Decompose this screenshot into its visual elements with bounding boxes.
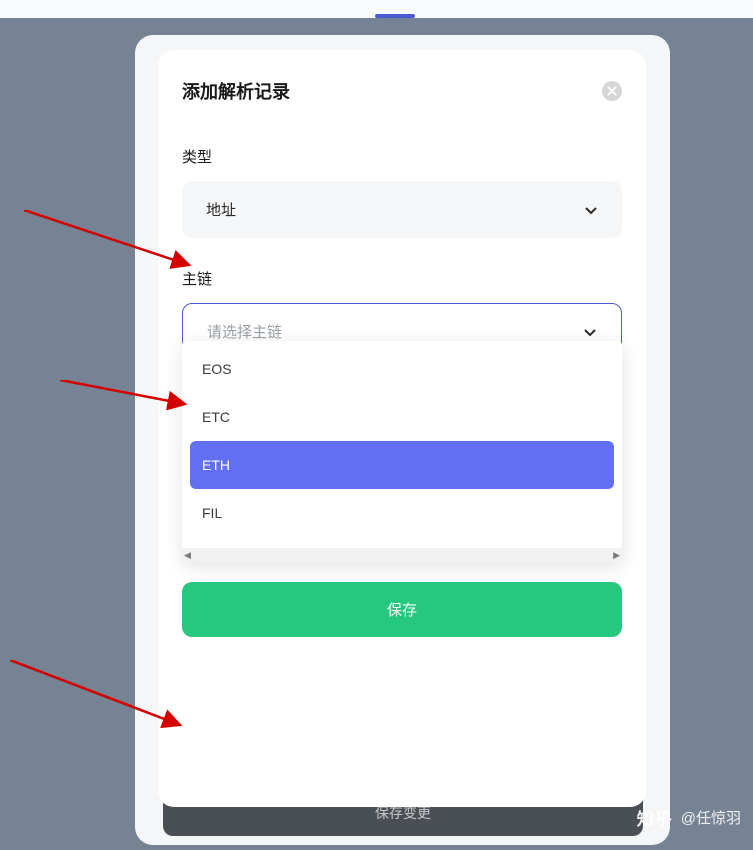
add-record-modal: 添加解析记录 类型 地址 主链 请选择主链 EOS — [158, 50, 646, 807]
close-button[interactable] — [602, 81, 622, 101]
chain-option-label: EOS — [202, 361, 232, 377]
type-value: 地址 — [206, 199, 236, 220]
chain-option-fil[interactable]: FIL — [190, 489, 614, 537]
chain-option-flow[interactable]: FLOW — [190, 537, 614, 548]
scroll-left-icon: ◀ — [184, 550, 191, 561]
watermark: 知乎 @任惊羽 — [637, 805, 741, 830]
save-button[interactable]: 保存 — [182, 582, 622, 637]
modal-header: 添加解析记录 — [182, 78, 622, 104]
chain-option-eth[interactable]: ETH — [190, 441, 614, 489]
watermark-author: @任惊羽 — [681, 807, 741, 828]
chain-dropdown-list[interactable]: EOS ETC ETH FIL FLOW — [182, 341, 622, 548]
chevron-down-icon — [583, 325, 597, 339]
watermark-logo: 知乎 — [637, 805, 673, 830]
scroll-right-icon: ▶ — [613, 550, 620, 561]
type-select[interactable]: 地址 — [182, 181, 622, 238]
chain-option-label: ETC — [202, 409, 230, 425]
chevron-down-icon — [584, 203, 598, 217]
chain-placeholder: 请选择主链 — [207, 321, 282, 342]
chain-label: 主链 — [182, 268, 622, 289]
save-label: 保存 — [387, 602, 417, 619]
top-bar — [0, 0, 753, 18]
modal-title: 添加解析记录 — [182, 78, 290, 104]
chain-option-label: FIL — [202, 505, 222, 521]
chain-option-label: ETH — [202, 457, 230, 473]
chain-option-eos[interactable]: EOS — [190, 345, 614, 393]
chain-option-etc[interactable]: ETC — [190, 393, 614, 441]
type-label: 类型 — [182, 146, 622, 167]
chain-dropdown: EOS ETC ETH FIL FLOW ◀ ▶ — [182, 341, 622, 562]
type-group: 类型 地址 — [182, 146, 622, 238]
horizontal-scrollbar[interactable]: ◀ ▶ — [182, 548, 622, 562]
close-icon — [607, 86, 617, 96]
